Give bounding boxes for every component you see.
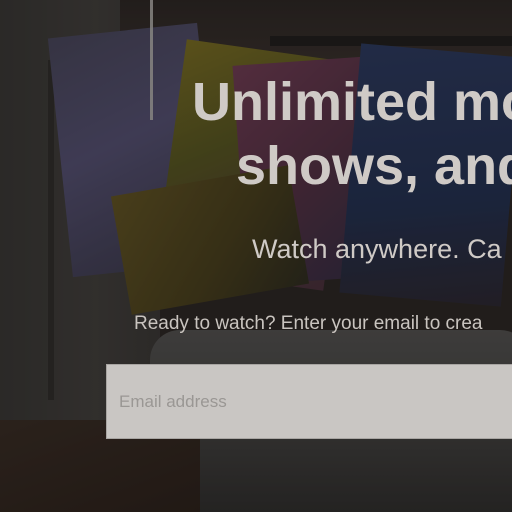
- hero-section: Unlimited mo shows, and Watch anywhere. …: [0, 0, 512, 512]
- email-field-container: [106, 364, 512, 439]
- landing-page: Unlimited mo shows, and Watch anywhere. …: [0, 0, 512, 512]
- hero-subtitle: Watch anywhere. Ca: [252, 234, 502, 264]
- hero-title-line2: shows, and: [236, 136, 512, 196]
- hero-title: Unlimited mo shows, and: [192, 70, 512, 198]
- hero-title-line1: Unlimited mo: [192, 72, 512, 132]
- signup-prompt: Ready to watch? Enter your email to crea: [134, 313, 483, 334]
- email-input[interactable]: [107, 365, 512, 438]
